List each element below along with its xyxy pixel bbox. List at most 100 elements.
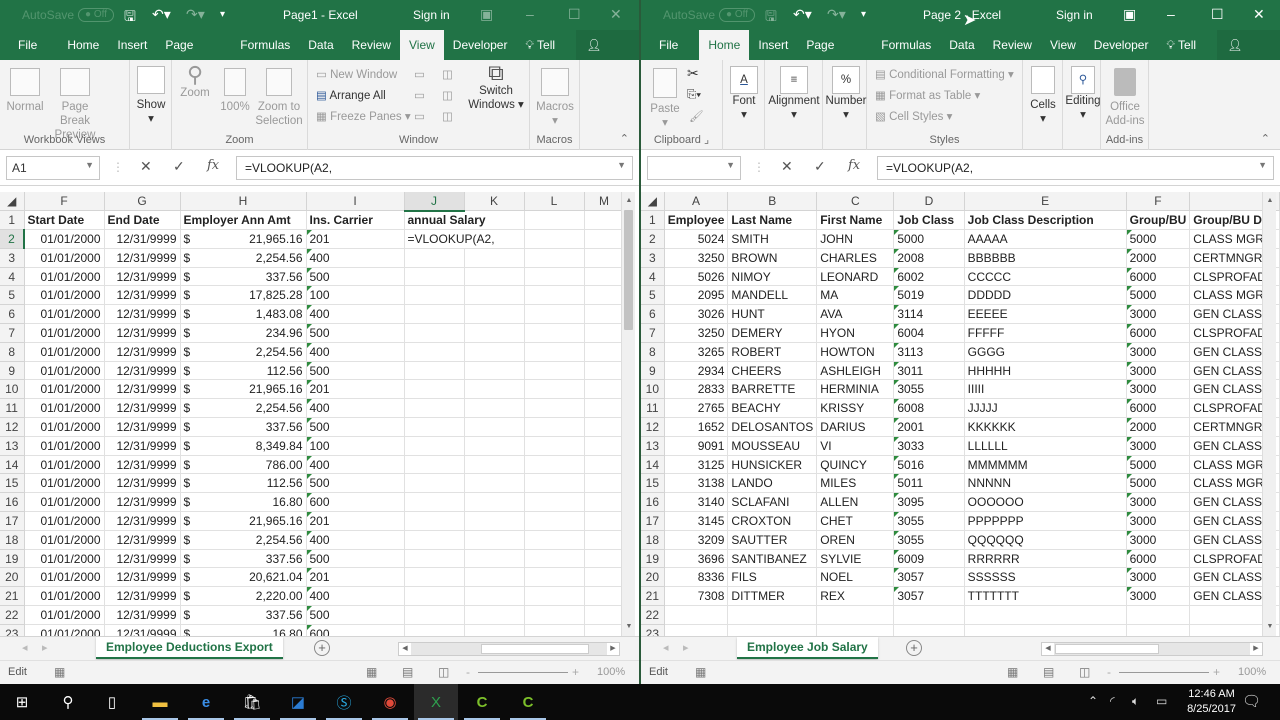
cell[interactable]: 12/31/9999 bbox=[104, 361, 181, 381]
column-header[interactable]: C bbox=[816, 192, 895, 212]
row-header[interactable]: 4 bbox=[641, 267, 665, 287]
font-button[interactable]: A Font ▾ bbox=[727, 66, 761, 122]
sync-scroll-icon[interactable]: ◫ bbox=[442, 89, 453, 103]
cell[interactable]: 16.80 bbox=[204, 492, 307, 513]
cell[interactable]: RRRRRR bbox=[964, 549, 1127, 569]
cell[interactable]: 3026 bbox=[664, 304, 729, 325]
collapse-ribbon-icon[interactable]: ⌃ bbox=[1261, 132, 1270, 145]
tab-developer[interactable]: Developer bbox=[444, 30, 517, 60]
cell[interactable]: 400 bbox=[306, 248, 405, 268]
system-clock[interactable]: 12:46 AM 8/25/2017 bbox=[1187, 687, 1236, 717]
row-header[interactable]: 18 bbox=[0, 530, 25, 550]
cell[interactable]: FFFFF bbox=[964, 323, 1127, 343]
cell[interactable] bbox=[404, 586, 465, 607]
select-all-corner[interactable]: ◢ bbox=[0, 192, 25, 212]
cell[interactable] bbox=[584, 304, 625, 325]
cell[interactable] bbox=[464, 267, 525, 287]
cell[interactable]: $ bbox=[180, 605, 204, 625]
cell[interactable]: 100 bbox=[306, 436, 405, 456]
normal-view-icon[interactable]: ▦ bbox=[1007, 665, 1018, 679]
row-header[interactable]: 13 bbox=[641, 436, 665, 456]
cell[interactable]: 500 bbox=[306, 417, 405, 437]
name-box[interactable]: A1 ▼ bbox=[6, 156, 100, 180]
paste-button[interactable]: Paste ▾ bbox=[647, 68, 683, 130]
cell[interactable]: DELOSANTOS bbox=[727, 417, 818, 437]
cell[interactable]: SYLVIE bbox=[816, 549, 895, 569]
cell[interactable]: 3033 bbox=[893, 436, 965, 456]
cell[interactable]: CHARLES bbox=[816, 248, 895, 268]
cell[interactable] bbox=[584, 248, 625, 268]
cell[interactable]: Employee bbox=[664, 210, 729, 231]
cell[interactable]: Ins. Carrier bbox=[306, 210, 405, 231]
cancel-icon[interactable]: ✕ bbox=[781, 158, 793, 175]
zoom-level[interactable]: 100% bbox=[1238, 666, 1266, 678]
cell[interactable]: 6009 bbox=[893, 549, 965, 569]
cell[interactable]: 337.56 bbox=[204, 605, 307, 625]
tab-review[interactable]: Review bbox=[343, 30, 400, 60]
tell-me-search[interactable]: 💡︎ Tell me bbox=[516, 30, 576, 82]
cell[interactable]: 01/01/2000 bbox=[24, 549, 105, 569]
cell[interactable]: JOHN bbox=[816, 229, 895, 249]
cell[interactable]: 01/01/2000 bbox=[24, 417, 105, 437]
cell[interactable]: 01/01/2000 bbox=[24, 304, 105, 325]
page-break-preview-button[interactable]: Page Break Preview bbox=[46, 68, 104, 142]
search-icon[interactable]: ⚲ bbox=[46, 684, 90, 720]
cell[interactable]: 01/01/2000 bbox=[24, 285, 105, 306]
tab-developer[interactable]: Developer bbox=[1085, 30, 1158, 60]
cell[interactable]: Job Class Description bbox=[964, 210, 1127, 231]
cell[interactable] bbox=[524, 567, 585, 588]
cell[interactable] bbox=[524, 379, 585, 400]
cell[interactable]: ROBERT bbox=[727, 342, 818, 362]
cell[interactable] bbox=[584, 417, 625, 437]
cell[interactable] bbox=[524, 398, 585, 419]
cell[interactable]: SMITH bbox=[727, 229, 818, 249]
cell[interactable] bbox=[524, 530, 585, 550]
cell[interactable] bbox=[404, 379, 465, 400]
cell[interactable]: KKKKKK bbox=[964, 417, 1127, 437]
cell[interactable]: JJJJJ bbox=[964, 398, 1127, 419]
row-header[interactable]: 23 bbox=[0, 624, 25, 636]
freeze-panes-button[interactable]: ▦ Freeze Panes ▾ bbox=[316, 110, 411, 124]
cell[interactable]: AAAAA bbox=[964, 229, 1127, 249]
new-window-button[interactable]: ▭ New Window bbox=[316, 68, 397, 82]
collapse-ribbon-icon[interactable]: ⌃ bbox=[620, 132, 629, 145]
minimize-icon[interactable]: – bbox=[1167, 6, 1175, 22]
cell[interactable] bbox=[404, 342, 465, 362]
cell[interactable] bbox=[727, 605, 818, 625]
cell[interactable]: MOUSSEAU bbox=[727, 436, 818, 456]
row-header[interactable]: 12 bbox=[641, 417, 665, 437]
cell[interactable]: 100 bbox=[306, 285, 405, 306]
cell[interactable]: 500 bbox=[306, 323, 405, 343]
row-header[interactable]: 20 bbox=[0, 567, 25, 588]
chrome-icon[interactable]: ◉ bbox=[368, 684, 412, 720]
scroll-left-icon[interactable]: ◀ bbox=[399, 643, 411, 655]
cell[interactable] bbox=[464, 455, 525, 475]
column-header[interactable]: G bbox=[104, 192, 181, 212]
cell[interactable]: 2765 bbox=[664, 398, 729, 419]
cell[interactable]: 3000 bbox=[1126, 342, 1191, 362]
cell[interactable]: 12/31/9999 bbox=[104, 549, 181, 569]
cell[interactable]: 12/31/9999 bbox=[104, 455, 181, 475]
cell[interactable]: 3055 bbox=[893, 530, 965, 550]
cell[interactable]: 3696 bbox=[664, 549, 729, 569]
cell[interactable]: 337.56 bbox=[204, 267, 307, 287]
row-header[interactable]: 21 bbox=[641, 586, 665, 607]
cell[interactable]: 2,254.56 bbox=[204, 248, 307, 268]
sheet-tab-active[interactable]: Employee Job Salary bbox=[737, 637, 878, 659]
cell[interactable]: VI bbox=[816, 436, 895, 456]
cell[interactable] bbox=[404, 323, 465, 343]
cell[interactable] bbox=[404, 492, 465, 513]
row-header[interactable]: 2 bbox=[0, 229, 25, 249]
cell-styles-button[interactable]: ▧ Cell Styles ▾ bbox=[875, 110, 952, 124]
cell[interactable]: $ bbox=[180, 567, 204, 588]
tab-data[interactable]: Data bbox=[299, 30, 342, 60]
cell[interactable]: $ bbox=[180, 624, 204, 636]
cell[interactable]: OOOOOO bbox=[964, 492, 1127, 513]
cell[interactable]: CHEERS bbox=[727, 361, 818, 381]
cell[interactable]: 201 bbox=[306, 567, 405, 588]
cell[interactable] bbox=[584, 398, 625, 419]
zoom-slider[interactable] bbox=[478, 672, 568, 673]
cell[interactable] bbox=[464, 586, 525, 607]
cell[interactable] bbox=[524, 417, 585, 437]
row-header[interactable]: 18 bbox=[641, 530, 665, 550]
